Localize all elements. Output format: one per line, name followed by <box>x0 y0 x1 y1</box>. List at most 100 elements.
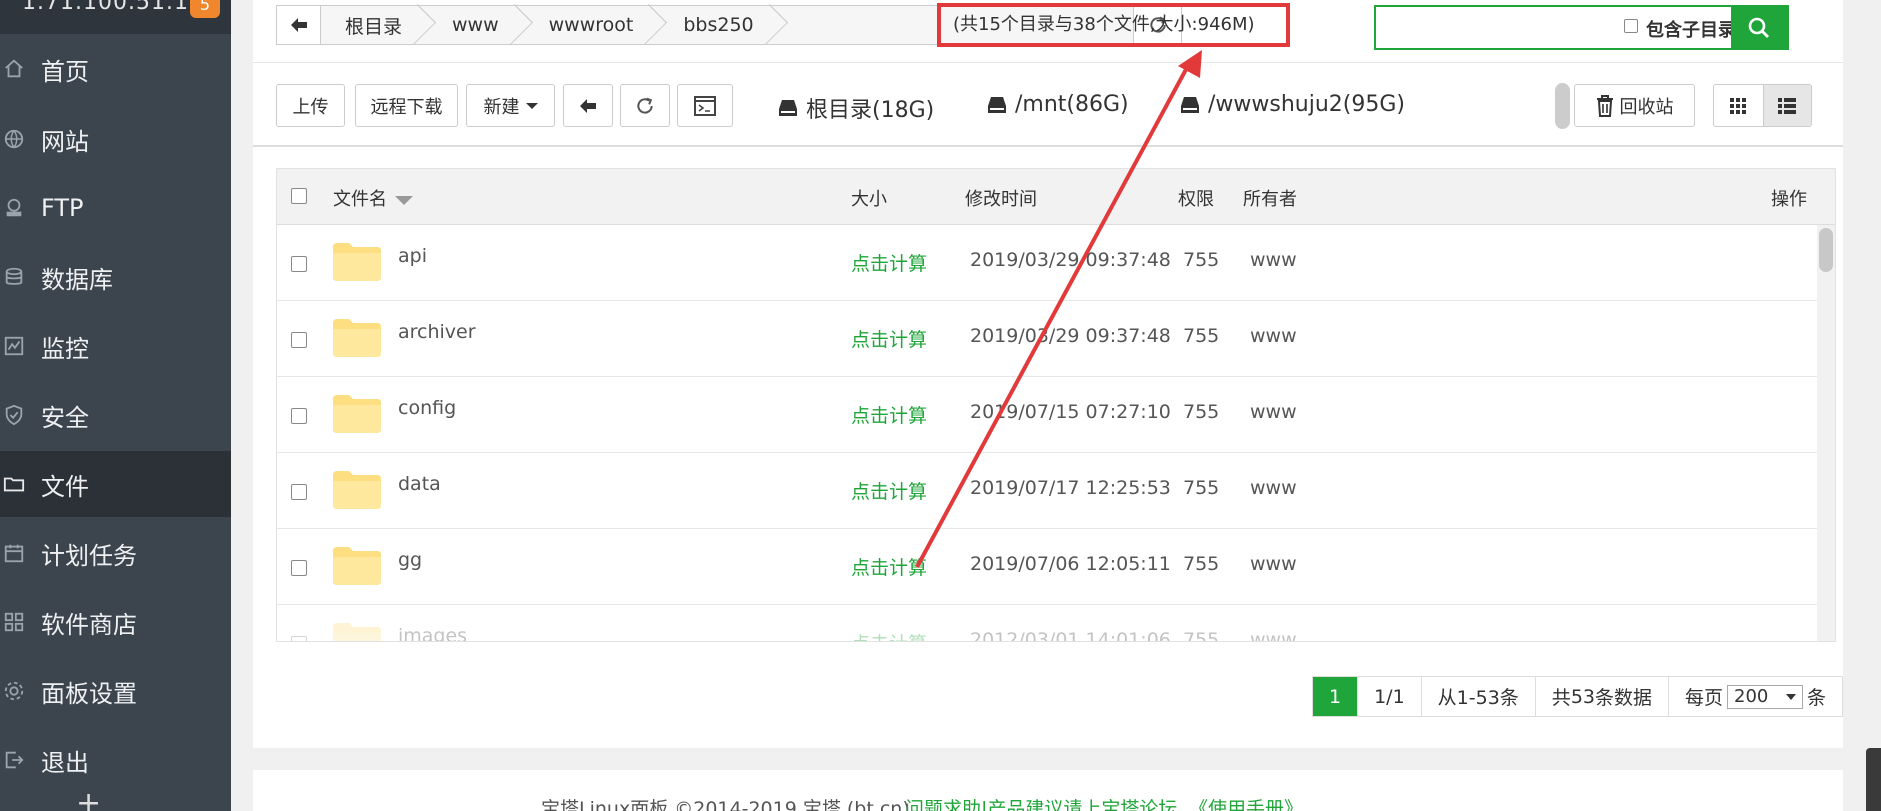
row-checkbox[interactable] <box>291 560 307 576</box>
file-perm[interactable]: 755 <box>1183 249 1219 271</box>
sidebar-item-security[interactable]: 安全 <box>0 382 231 448</box>
row-checkbox[interactable] <box>291 408 307 424</box>
column-header-size[interactable]: 大小 <box>851 185 887 211</box>
notification-badge[interactable]: 5 <box>190 0 220 18</box>
row-checkbox[interactable] <box>291 332 307 348</box>
file-owner[interactable]: www <box>1250 553 1297 575</box>
sidebar-item-store[interactable]: 软件商店 <box>0 589 231 655</box>
sidebar-expand-button[interactable]: + <box>76 786 101 811</box>
list-view-button[interactable] <box>1762 85 1811 126</box>
column-header-owner[interactable]: 所有者 <box>1243 185 1297 211</box>
subdir-checkbox[interactable] <box>1624 19 1638 33</box>
sidebar-item-ftp[interactable]: FTP <box>0 175 231 241</box>
column-header-mtime[interactable]: 修改时间 <box>965 185 1037 211</box>
calc-size-link[interactable]: 点击计算 <box>851 401 927 428</box>
file-name[interactable]: api <box>398 245 427 267</box>
hdd-icon <box>779 100 797 116</box>
table-row[interactable]: config 点击计算 2019/07/15 07:27:10 755 www <box>277 377 1817 453</box>
toolbar-scroll-handle[interactable] <box>1555 83 1570 129</box>
file-perm[interactable]: 755 <box>1183 477 1219 499</box>
sidebar-item-label: 首页 <box>41 57 89 86</box>
file-owner[interactable]: www <box>1250 477 1297 499</box>
column-header-name[interactable]: 文件名 <box>333 185 413 211</box>
scrollbar-thumb[interactable] <box>1819 228 1833 272</box>
file-name[interactable]: config <box>398 397 456 419</box>
calc-size-link[interactable]: 点击计算 <box>851 249 927 276</box>
globe-icon <box>3 128 25 150</box>
sidebar-item-website[interactable]: 网站 <box>0 106 231 172</box>
new-dropdown-button[interactable]: 新建 <box>466 84 555 127</box>
monitor-icon <box>3 335 25 357</box>
table-scrollbar[interactable] <box>1817 225 1835 641</box>
file-owner[interactable]: www <box>1250 325 1297 347</box>
table-row[interactable]: data 点击计算 2019/07/17 12:25:53 755 www <box>277 453 1817 529</box>
file-perm[interactable]: 755 <box>1183 401 1219 423</box>
side-widget[interactable] <box>1866 748 1881 811</box>
breadcrumb-item[interactable]: www <box>428 6 525 44</box>
sidebar-item-label: 安全 <box>41 403 89 432</box>
subdir-label: 包含子目录 <box>1646 20 1736 41</box>
calc-size-link[interactable]: 点击计算 <box>851 553 927 580</box>
sidebar-item-logout[interactable]: 退出 <box>0 727 231 793</box>
sidebar-item-cron[interactable]: 计划任务 <box>0 520 231 586</box>
folder-icon <box>333 395 381 433</box>
breadcrumb-item[interactable]: bbs250 <box>659 6 779 44</box>
file-name[interactable]: archiver <box>398 321 476 343</box>
grid-view-button[interactable] <box>1714 85 1763 126</box>
file-owner[interactable]: www <box>1250 249 1297 271</box>
disk-wwwshuju2[interactable]: /wwwshuju2(95G) <box>1180 92 1405 117</box>
table-row[interactable]: archiver 点击计算 2019/03/29 09:37:48 755 ww… <box>277 301 1817 377</box>
breadcrumb-item[interactable]: wwwroot <box>525 6 660 44</box>
disk-root[interactable]: 根目录(18G) <box>778 92 934 124</box>
calc-size-link[interactable]: 点击计算 <box>851 325 927 352</box>
folder-icon <box>333 319 381 357</box>
copyright: 宝塔Linux面板 ©2014-2019 宝塔 (bt.cn) <box>541 798 910 811</box>
calc-size-link[interactable]: 点击计算 <box>851 477 927 504</box>
file-owner[interactable]: www <box>1250 401 1297 423</box>
upload-button[interactable]: 上传 <box>276 84 345 127</box>
go-back-button[interactable] <box>563 84 613 127</box>
page-current[interactable]: 1 <box>1313 677 1359 716</box>
disk-mnt[interactable]: /mnt(86G) <box>987 92 1129 117</box>
manual-link[interactable]: 《使用手册》 <box>1189 794 1303 811</box>
file-perm[interactable]: 755 <box>1183 553 1219 575</box>
calc-size-link[interactable]: 点击计算 <box>851 629 927 641</box>
select-all-checkbox[interactable] <box>291 188 307 204</box>
table-row[interactable]: gg 点击计算 2019/07/06 12:05:11 755 www <box>277 529 1817 605</box>
sidebar-item-settings[interactable]: 面板设置 <box>0 658 231 724</box>
back-button[interactable] <box>277 6 321 44</box>
file-perm[interactable]: 755 <box>1183 629 1219 641</box>
row-checkbox[interactable] <box>291 636 307 641</box>
search-input[interactable] <box>1376 7 1616 48</box>
file-name[interactable]: gg <box>398 549 422 571</box>
column-header-perm[interactable]: 权限 <box>1178 185 1214 211</box>
sidebar-item-files[interactable]: 文件 <box>0 451 231 517</box>
recycle-bin-button[interactable]: 回收站 <box>1574 84 1695 127</box>
file-name[interactable]: data <box>398 473 441 495</box>
sidebar-item-home[interactable]: 首页 <box>0 36 231 102</box>
file-perm[interactable]: 755 <box>1183 325 1219 347</box>
ftp-icon <box>3 197 25 219</box>
per-page-select[interactable]: 200 <box>1727 684 1804 709</box>
remote-download-button[interactable]: 远程下载 <box>355 84 458 127</box>
shield-icon <box>3 404 25 426</box>
forum-link[interactable]: 问题求助|产品建议请上宝塔论坛 <box>905 794 1177 811</box>
caret-down-icon <box>525 102 538 109</box>
table-row[interactable]: api 点击计算 2019/03/29 09:37:48 755 www <box>277 225 1817 301</box>
file-mtime: 2019/07/06 12:05:11 <box>970 553 1171 575</box>
sidebar-item-monitor[interactable]: 监控 <box>0 313 231 379</box>
sidebar-item-label: 计划任务 <box>41 541 137 570</box>
refresh-button[interactable] <box>620 84 670 127</box>
row-checkbox[interactable] <box>291 256 307 272</box>
refresh-icon <box>637 97 653 114</box>
table-row[interactable]: images 点击计算 2012/03/01 14:01:06 755 www <box>277 605 1817 641</box>
file-owner[interactable]: www <box>1250 629 1297 641</box>
search-button[interactable] <box>1731 7 1787 48</box>
folder-icon <box>333 243 381 281</box>
row-checkbox[interactable] <box>291 484 307 500</box>
terminal-button[interactable] <box>677 84 733 127</box>
footer: 宝塔Linux面板 ©2014-2019 宝塔 (bt.cn) 问题求助|产品建… <box>253 770 1843 811</box>
file-name[interactable]: images <box>398 625 467 641</box>
breadcrumb-item[interactable]: 根目录 <box>321 6 428 44</box>
sidebar-item-database[interactable]: 数据库 <box>0 244 231 310</box>
